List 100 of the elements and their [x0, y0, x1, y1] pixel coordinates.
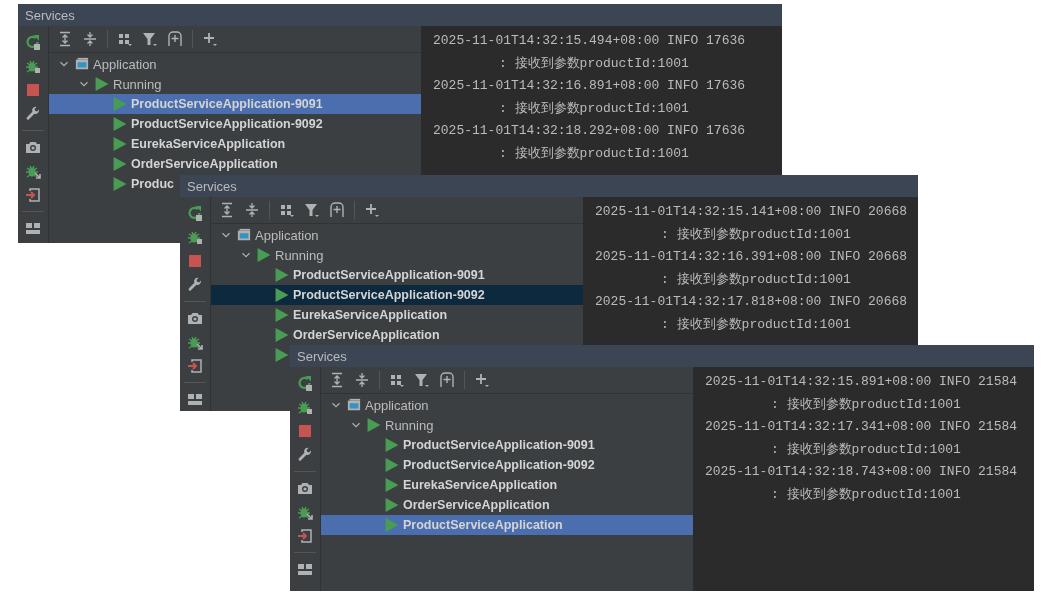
log-line: : 接收到参数productId:1001 [498, 54, 690, 73]
log-line: 2025-11-01T14:32:18.743+08:00 INFO 21584 [705, 463, 1019, 481]
log-line: 2025-11-01T14:32:15.141+08:00 INFO 20668 [595, 203, 909, 221]
group-icon[interactable] [279, 202, 295, 218]
bug-arrow-icon[interactable] [297, 504, 313, 520]
tree-item[interactable]: EurekaServiceApplication [49, 134, 286, 154]
add-icon[interactable] [202, 31, 218, 47]
log-line: : 接收到参数productId:1001 [770, 395, 962, 414]
run-icon [385, 498, 399, 512]
camera-icon[interactable] [297, 480, 313, 496]
log-line: 2025-11-01T14:32:15.891+08:00 INFO 21584 [705, 373, 1019, 391]
run-icon [275, 348, 289, 362]
wrench-icon[interactable] [297, 447, 313, 463]
bug-icon[interactable] [25, 58, 41, 74]
log-line: 2025-11-01T14:32:16.891+08:00 INFO 17636 [433, 77, 747, 95]
filter-icon[interactable] [414, 372, 430, 388]
wrench-icon[interactable] [187, 277, 203, 293]
window-icon [347, 398, 361, 412]
tree-item[interactable]: EurekaServiceApplication [321, 475, 558, 495]
run-icon [275, 268, 289, 282]
expand-all-icon[interactable] [57, 31, 73, 47]
stop-icon[interactable] [25, 82, 41, 98]
run-icon [385, 458, 399, 472]
run-icon [275, 288, 289, 302]
layout-icon[interactable] [187, 391, 203, 407]
tree-item[interactable]: Produc [49, 174, 175, 194]
tree-item[interactable]: Application [49, 54, 421, 74]
run-icon [113, 97, 127, 111]
log-line: 2025-11-01T14:32:17.341+08:00 INFO 21584 [705, 418, 1019, 436]
run-icon [275, 308, 289, 322]
run-icon [257, 248, 271, 262]
window-icon [237, 228, 251, 242]
tree-item[interactable]: Running [321, 415, 693, 435]
run-icon [367, 418, 381, 432]
log-line: : 接收到参数productId:1001 [498, 99, 690, 118]
wrench-icon[interactable] [25, 106, 41, 122]
run-icon [113, 137, 127, 151]
tree-item[interactable]: OrderServiceApplication [321, 495, 550, 515]
add-icon[interactable] [364, 202, 380, 218]
collapse-all-icon[interactable] [244, 202, 260, 218]
bug-icon[interactable] [187, 229, 203, 245]
bug-arrow-icon[interactable] [187, 334, 203, 350]
log-line: : 接收到参数productId:1001 [498, 144, 690, 163]
run-icon [113, 117, 127, 131]
import-icon[interactable] [187, 358, 203, 374]
layout-icon[interactable] [297, 561, 313, 577]
add-icon[interactable] [474, 372, 490, 388]
window-title: Services [25, 7, 75, 23]
log-line: : 接收到参数productId:1001 [660, 270, 852, 289]
bug-icon[interactable] [297, 399, 313, 415]
tree-item[interactable]: ProductServiceApplication-9092 [211, 285, 583, 305]
run-icon [275, 328, 289, 342]
tree-item[interactable]: OrderServiceApplication [211, 325, 440, 345]
bug-arrow-icon[interactable] [25, 163, 41, 179]
collapse-all-icon[interactable] [82, 31, 98, 47]
stop-icon[interactable] [187, 253, 203, 269]
import-icon[interactable] [297, 528, 313, 544]
tree-item[interactable]: Application [321, 395, 693, 415]
run-icon [95, 77, 109, 91]
rerun-icon[interactable] [187, 205, 203, 221]
run-icon [113, 157, 127, 171]
tree-item[interactable]: EurekaServiceApplication [211, 305, 448, 325]
group-icon[interactable] [389, 372, 405, 388]
window-title: Services [297, 348, 347, 364]
log-line: : 接收到参数productId:1001 [770, 440, 962, 459]
tree-item[interactable]: ProductServiceApplication-9092 [321, 455, 595, 475]
log-line: : 接收到参数productId:1001 [660, 315, 852, 334]
expand-all-icon[interactable] [329, 372, 345, 388]
new-service-icon[interactable] [329, 202, 345, 218]
layout-icon[interactable] [25, 220, 41, 236]
window-icon [75, 57, 89, 71]
log-line: 2025-11-01T14:32:18.292+08:00 INFO 17636 [433, 122, 747, 140]
run-icon [385, 518, 399, 532]
tree-item[interactable]: Running [211, 245, 583, 265]
rerun-icon[interactable] [25, 34, 41, 50]
tree-item[interactable]: ProductServiceApplication-9091 [321, 435, 595, 455]
import-icon[interactable] [25, 187, 41, 203]
window-title: Services [187, 178, 237, 194]
collapse-all-icon[interactable] [354, 372, 370, 388]
tree-item[interactable]: Application [211, 225, 583, 245]
camera-icon[interactable] [25, 139, 41, 155]
expand-all-icon[interactable] [219, 202, 235, 218]
camera-icon[interactable] [187, 310, 203, 326]
log-line: : 接收到参数productId:1001 [770, 485, 962, 504]
filter-icon[interactable] [304, 202, 320, 218]
log-line: 2025-11-01T14:32:16.391+08:00 INFO 20668 [595, 248, 909, 266]
tree-item[interactable]: OrderServiceApplication [49, 154, 278, 174]
run-icon [113, 177, 127, 191]
log-line: : 接收到参数productId:1001 [660, 225, 852, 244]
run-icon [385, 438, 399, 452]
new-service-icon[interactable] [167, 31, 183, 47]
rerun-icon[interactable] [297, 375, 313, 391]
tree-item[interactable]: ProductServiceApplication-9091 [211, 265, 485, 285]
filter-icon[interactable] [142, 31, 158, 47]
tree-item[interactable]: Running [49, 74, 421, 94]
tree-item[interactable]: ProductServiceApplication-9092 [49, 114, 323, 134]
group-icon[interactable] [117, 31, 133, 47]
new-service-icon[interactable] [439, 372, 455, 388]
stop-icon[interactable] [297, 423, 313, 439]
log-line: 2025-11-01T14:32:17.818+08:00 INFO 20668 [595, 293, 909, 311]
